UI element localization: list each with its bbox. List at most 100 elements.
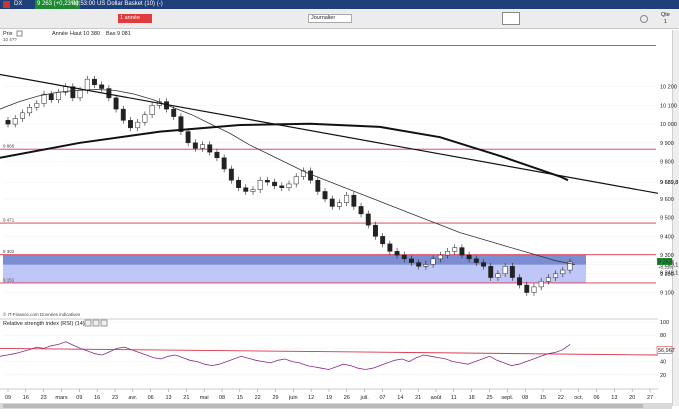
candle (423, 264, 429, 267)
rsi-value: 56,967 (658, 348, 675, 354)
price-tick-label: 9 100 (660, 291, 674, 297)
x-tick-label: 21 (415, 395, 421, 401)
candle (243, 187, 249, 192)
x-axis: 09 16 23 mars 09 16 23 avr. 06 13 21 mai 08 15 22 29 jui… (5, 389, 653, 401)
candle (27, 106, 33, 114)
candle (286, 183, 292, 188)
price-tick-label: 9 900 (660, 141, 674, 147)
candle (192, 142, 198, 149)
x-tick-label: 16 (23, 395, 29, 401)
price-tick-label: 10 200 (660, 85, 677, 91)
panel-button-up[interactable] (100, 319, 108, 327)
x-tick-label: 15 (237, 395, 243, 401)
candle (200, 144, 205, 149)
candle (322, 191, 328, 200)
candle (531, 286, 537, 293)
candle (387, 243, 393, 252)
x-tick-label: 13 (611, 395, 617, 401)
rsi-panel: 1008060402056,967 (0, 320, 675, 379)
x-tick-label: 26 (344, 395, 350, 401)
x-tick-label: 25 (486, 395, 492, 401)
x-tick-label: 14 (397, 395, 403, 401)
level-label: 9 302 (3, 249, 15, 254)
x-tick-label: juin (288, 395, 298, 401)
candle (336, 202, 342, 207)
candle (481, 262, 486, 267)
x-tick-label: 09 (5, 395, 11, 401)
x-tick-label: 27 (647, 395, 653, 401)
price-chart: Prix Année Haut 10 380 Bas 9 081 10 4?? … (0, 30, 678, 409)
candle (315, 179, 321, 192)
candle (185, 131, 191, 144)
candle (401, 254, 407, 260)
candle (221, 157, 227, 170)
x-tick-label: mai (200, 395, 209, 401)
candle (329, 198, 335, 207)
x-tick-label: oct. (574, 395, 583, 401)
legend-first-level: 10 4?? (3, 37, 17, 42)
candle (207, 144, 213, 153)
x-tick-label: 22 (255, 395, 261, 401)
x-tick-label: 06 (593, 395, 599, 401)
candle (272, 181, 278, 187)
candle (495, 273, 501, 278)
x-tick-label: 11 (451, 395, 457, 401)
long-ma-curve (0, 122, 569, 182)
x-tick-label: 08 (219, 395, 225, 401)
candle (12, 118, 18, 125)
candle (430, 258, 436, 265)
candle (214, 151, 220, 159)
candle (257, 179, 263, 190)
x-tick-label: 09 (76, 395, 82, 401)
candle (279, 185, 285, 188)
candle (293, 176, 299, 185)
candle (517, 277, 523, 286)
candle (459, 247, 465, 256)
candle (48, 93, 54, 101)
panel-button-zoom[interactable] (84, 319, 92, 327)
candle (473, 258, 479, 263)
candle (351, 194, 357, 207)
x-tick-label: 20 (629, 395, 635, 401)
price-panel: 10 200 10 100 10 000 9 900 9 800 9 689,8 9 600… (0, 45, 678, 297)
candle (466, 254, 472, 260)
legend-bas: Bas 9 081 (106, 31, 131, 37)
candle (509, 266, 515, 278)
x-tick-label: mars (55, 395, 67, 401)
x-tick-label: 18 (469, 395, 475, 401)
moving-average-line (0, 89, 576, 265)
price-tick-label: 10 000 (660, 122, 677, 128)
x-tick-label: 06 (148, 395, 154, 401)
x-tick-label: 16 (94, 395, 100, 401)
panel-button-down[interactable] (92, 319, 100, 327)
x-tick-label: 23 (41, 395, 47, 401)
trendline-value: 9 689,8 (660, 180, 678, 186)
candle (250, 189, 256, 192)
candle (135, 121, 141, 129)
x-tick-label: 12 (308, 395, 314, 401)
price-tick-label: 9 800 (660, 160, 674, 166)
price-tick-label: 9 600 (660, 197, 674, 203)
candle (19, 112, 25, 119)
x-tick-label: 22 (558, 395, 564, 401)
x-tick-label: 07 (379, 395, 385, 401)
candle (437, 254, 443, 260)
candle (128, 120, 133, 129)
candle (409, 258, 414, 263)
candle (55, 92, 61, 101)
checkbox-annee[interactable] (16, 30, 23, 37)
candle (560, 269, 566, 275)
price-tick-label: 9 500 (660, 216, 674, 222)
candle (488, 266, 494, 278)
candle (149, 105, 155, 115)
scrollbar-thumb[interactable] (3, 404, 643, 408)
x-tick-label: 23 (112, 395, 118, 401)
legend-haut: Haut 10 380 (70, 31, 100, 37)
rsi-tick-label: 20 (660, 373, 666, 379)
last-price-change: +0,23% (658, 265, 673, 270)
rsi-tick-label: 80 (660, 333, 666, 339)
level-label: 9 866 (3, 144, 15, 149)
candle (538, 281, 544, 288)
candle (34, 103, 40, 108)
candle (120, 108, 126, 121)
